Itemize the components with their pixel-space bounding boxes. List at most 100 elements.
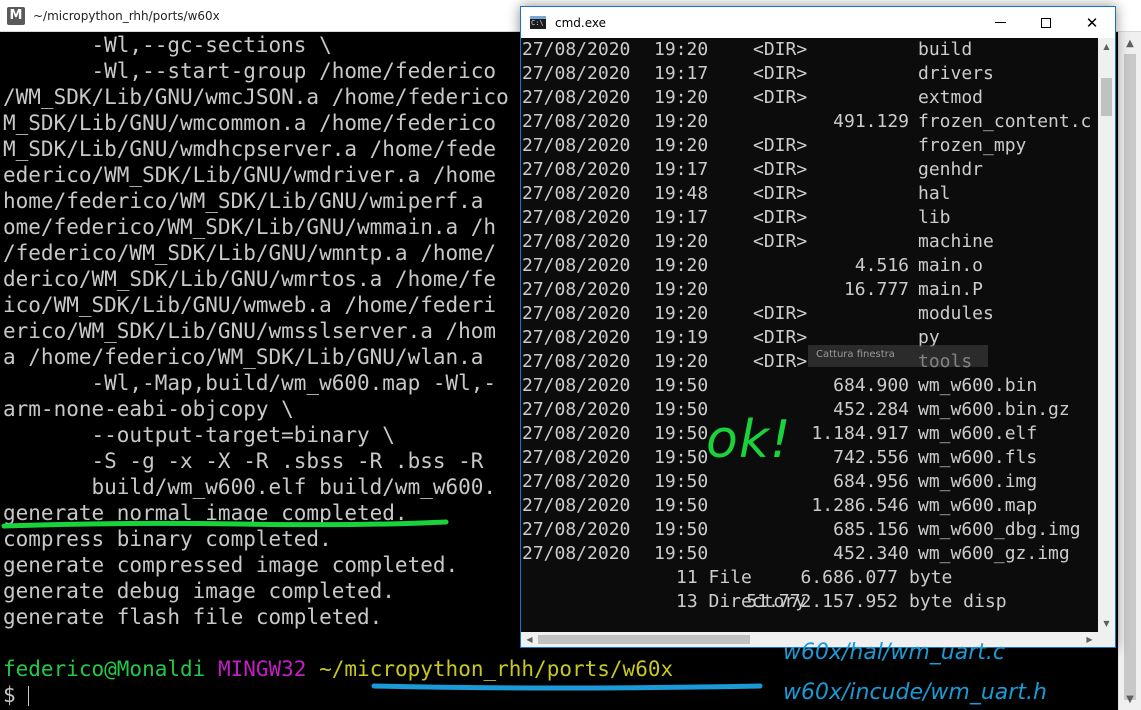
entry-date: 27/08/2020 bbox=[522, 423, 631, 444]
mintty-scrollbar-thumb[interactable] bbox=[1124, 54, 1136, 700]
summary-row: 13 Directory 51.772.157.952 byte disp bbox=[521, 590, 1098, 614]
scroll-down-icon[interactable]: ▼ bbox=[1119, 690, 1141, 708]
maximize-icon bbox=[1041, 17, 1051, 28]
directory-entry-row: 27/08/2020 19:20 4.516 main.o bbox=[521, 254, 1098, 278]
entry-size: 684.956 bbox=[833, 471, 909, 492]
summary-value: 6.686.077 bbox=[800, 567, 898, 588]
entry-name: drivers bbox=[918, 63, 994, 84]
directory-entry-row: 27/08/2020 19:20 <DIR> machine bbox=[521, 230, 1098, 254]
entry-name: wm_w600.img bbox=[918, 471, 1038, 492]
cmd-vertical-scroll-thumb[interactable] bbox=[1101, 78, 1112, 116]
minimize-icon bbox=[994, 22, 1006, 23]
entry-name: extmod bbox=[918, 87, 984, 108]
entry-date: 27/08/2020 bbox=[522, 543, 631, 564]
entry-date: 27/08/2020 bbox=[522, 279, 631, 300]
cmd-app-icon: C:\ bbox=[530, 16, 546, 29]
entry-name: wm_w600.bin bbox=[918, 375, 1038, 396]
entry-size: 1.286.546 bbox=[811, 495, 909, 516]
entry-time: 19:50 bbox=[654, 519, 709, 540]
entry-type: <DIR> bbox=[753, 207, 808, 228]
entry-date: 27/08/2020 bbox=[522, 447, 631, 468]
entry-name: modules bbox=[918, 303, 994, 324]
close-button[interactable]: ✕ bbox=[1069, 7, 1115, 38]
cmd-window: C:\ cmd.exe ✕ 27/08/2020 19:20 <DIR> build 2… bbox=[520, 6, 1116, 648]
entry-time: 19:50 bbox=[654, 399, 709, 420]
scroll-right-icon[interactable]: ▶ bbox=[1081, 632, 1098, 647]
prompt-user: federico@Monaldi bbox=[3, 657, 206, 681]
entry-name: wm_w600_gz.img bbox=[918, 543, 1070, 564]
directory-listing[interactable]: 27/08/2020 19:20 <DIR> build 27/08/2020 19:17… bbox=[521, 38, 1098, 632]
prompt-system: MINGW32 bbox=[217, 657, 307, 681]
entry-time: 19:20 bbox=[654, 87, 709, 108]
entry-date: 27/08/2020 bbox=[522, 111, 631, 132]
entry-name: wm_w600.map bbox=[918, 495, 1038, 516]
entry-time: 19:50 bbox=[654, 447, 709, 468]
minimize-button[interactable] bbox=[977, 7, 1023, 38]
scroll-up-icon[interactable]: ▲ bbox=[1119, 34, 1141, 52]
directory-entry-row: 27/08/2020 19:50 1.184.917 wm_w600.elf bbox=[521, 422, 1098, 446]
entry-name: frozen_mpy bbox=[918, 135, 1027, 156]
directory-entry-row: 27/08/2020 19:20 16.777 main.P bbox=[521, 278, 1098, 302]
entry-name: main.o bbox=[918, 255, 984, 276]
entry-time: 19:50 bbox=[654, 375, 709, 396]
entry-time: 19:20 bbox=[654, 279, 709, 300]
entry-date: 27/08/2020 bbox=[522, 135, 631, 156]
directory-entry-row: 27/08/2020 19:50 684.900 wm_w600.bin bbox=[521, 374, 1098, 398]
entry-size: 4.516 bbox=[854, 255, 909, 276]
entry-time: 19:17 bbox=[654, 63, 709, 84]
directory-entry-row: 27/08/2020 19:20 <DIR> modules bbox=[521, 302, 1098, 326]
entry-time: 19:20 bbox=[654, 255, 709, 276]
directory-entry-row: 27/08/2020 19:17 <DIR> genhdr bbox=[521, 158, 1098, 182]
annotation-path-uart-h: w60x/incude/wm_uart.h bbox=[783, 680, 1047, 705]
entry-size: 684.900 bbox=[833, 375, 909, 396]
entry-time: 19:20 bbox=[654, 135, 709, 156]
entry-time: 19:50 bbox=[654, 423, 709, 444]
scroll-down-icon[interactable]: ▼ bbox=[1098, 615, 1115, 632]
entry-name: wm_w600.bin.gz bbox=[918, 399, 1070, 420]
entry-name: build bbox=[918, 39, 973, 60]
cmd-horizontal-scroll-thumb[interactable] bbox=[538, 635, 750, 644]
entry-size: 685.156 bbox=[833, 519, 909, 540]
annotation-underline-blue bbox=[371, 683, 763, 691]
entry-time: 19:48 bbox=[654, 183, 709, 204]
summary-value: 51.772.157.952 bbox=[746, 591, 898, 612]
entry-date: 27/08/2020 bbox=[522, 255, 631, 276]
summary-row: 11 File 6.686.077 byte bbox=[521, 566, 1098, 590]
entry-size: 452.284 bbox=[833, 399, 909, 420]
entry-time: 19:17 bbox=[654, 159, 709, 180]
directory-entry-row: 27/08/2020 19:50 452.340 wm_w600_gz.img bbox=[521, 542, 1098, 566]
annotation-underline-green bbox=[1, 519, 449, 529]
directory-entry-row: 27/08/2020 19:48 <DIR> hal bbox=[521, 182, 1098, 206]
entry-date: 27/08/2020 bbox=[522, 207, 631, 228]
entry-time: 19:50 bbox=[654, 471, 709, 492]
scrollbar-corner bbox=[1098, 632, 1115, 647]
scroll-up-icon[interactable]: ▲ bbox=[1098, 38, 1115, 55]
entry-date: 27/08/2020 bbox=[522, 471, 631, 492]
entry-time: 19:20 bbox=[654, 111, 709, 132]
annotation-ok: ok! bbox=[706, 410, 792, 470]
cmd-vertical-scrollbar[interactable]: ▲ ▼ bbox=[1098, 38, 1115, 632]
entry-time: 19:20 bbox=[654, 231, 709, 252]
entry-type: <DIR> bbox=[753, 231, 808, 252]
entry-date: 27/08/2020 bbox=[522, 351, 631, 372]
entry-type: <DIR> bbox=[753, 351, 808, 372]
directory-entry-row: 27/08/2020 19:17 <DIR> drivers bbox=[521, 62, 1098, 86]
scroll-left-icon[interactable]: ◀ bbox=[521, 632, 538, 647]
entry-type: <DIR> bbox=[753, 159, 808, 180]
cmd-window-title: cmd.exe bbox=[555, 15, 607, 30]
entry-date: 27/08/2020 bbox=[522, 519, 631, 540]
cmd-titlebar[interactable]: C:\ cmd.exe ✕ bbox=[521, 7, 1115, 38]
directory-entry-row: 27/08/2020 19:50 685.156 wm_w600_dbg.img bbox=[521, 518, 1098, 542]
entry-time: 19:17 bbox=[654, 207, 709, 228]
entry-name: lib bbox=[918, 207, 951, 228]
entry-time: 19:50 bbox=[654, 495, 709, 516]
entry-type: <DIR> bbox=[753, 39, 808, 60]
directory-entry-row: 27/08/2020 19:50 742.556 wm_w600.fls bbox=[521, 446, 1098, 470]
entry-name: genhdr bbox=[918, 159, 984, 180]
prompt-symbol: $ bbox=[3, 683, 29, 707]
entry-type: <DIR> bbox=[753, 87, 808, 108]
entry-time: 19:20 bbox=[654, 351, 709, 372]
entry-name: wm_w600.fls bbox=[918, 447, 1038, 468]
maximize-button[interactable] bbox=[1023, 7, 1069, 38]
mintty-scrollbar[interactable]: ▲ ▼ bbox=[1118, 32, 1141, 710]
